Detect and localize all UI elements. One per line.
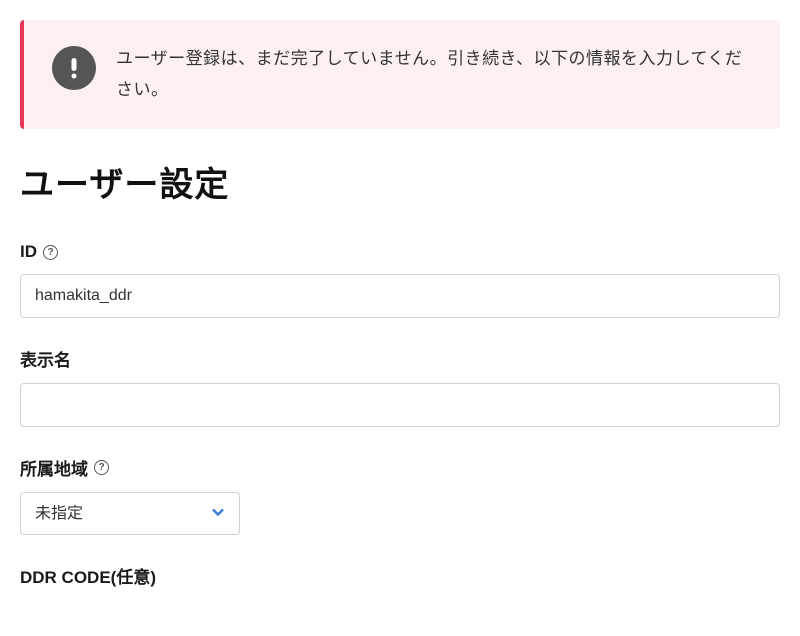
- alert-message: ユーザー登録は、まだ完了していません。引き続き、以下の情報を入力してください。: [116, 44, 752, 105]
- ddr-code-label: DDR CODE(任意): [20, 563, 156, 588]
- region-label-row: 所属地域 ?: [20, 455, 780, 480]
- ddr-code-label-row: DDR CODE(任意): [20, 563, 780, 588]
- form-group-display-name: 表示名: [20, 346, 780, 427]
- region-select-wrap: 未指定: [20, 492, 240, 535]
- region-label: 所属地域: [20, 455, 88, 480]
- id-label-row: ID ?: [20, 242, 780, 262]
- region-select[interactable]: 未指定: [20, 492, 240, 535]
- display-name-label: 表示名: [20, 346, 71, 371]
- registration-incomplete-alert: ユーザー登録は、まだ完了していません。引き続き、以下の情報を入力してください。: [20, 20, 780, 129]
- help-icon[interactable]: ?: [43, 245, 58, 260]
- form-group-ddr-code: DDR CODE(任意): [20, 563, 780, 588]
- form-group-region: 所属地域 ? 未指定: [20, 455, 780, 535]
- page-title: ユーザー設定: [20, 157, 780, 206]
- display-name-input[interactable]: [20, 383, 780, 427]
- exclamation-icon: [52, 46, 96, 90]
- display-name-label-row: 表示名: [20, 346, 780, 371]
- help-icon[interactable]: ?: [94, 460, 109, 475]
- form-group-id: ID ?: [20, 242, 780, 318]
- id-label: ID: [20, 242, 37, 262]
- id-input[interactable]: [20, 274, 780, 318]
